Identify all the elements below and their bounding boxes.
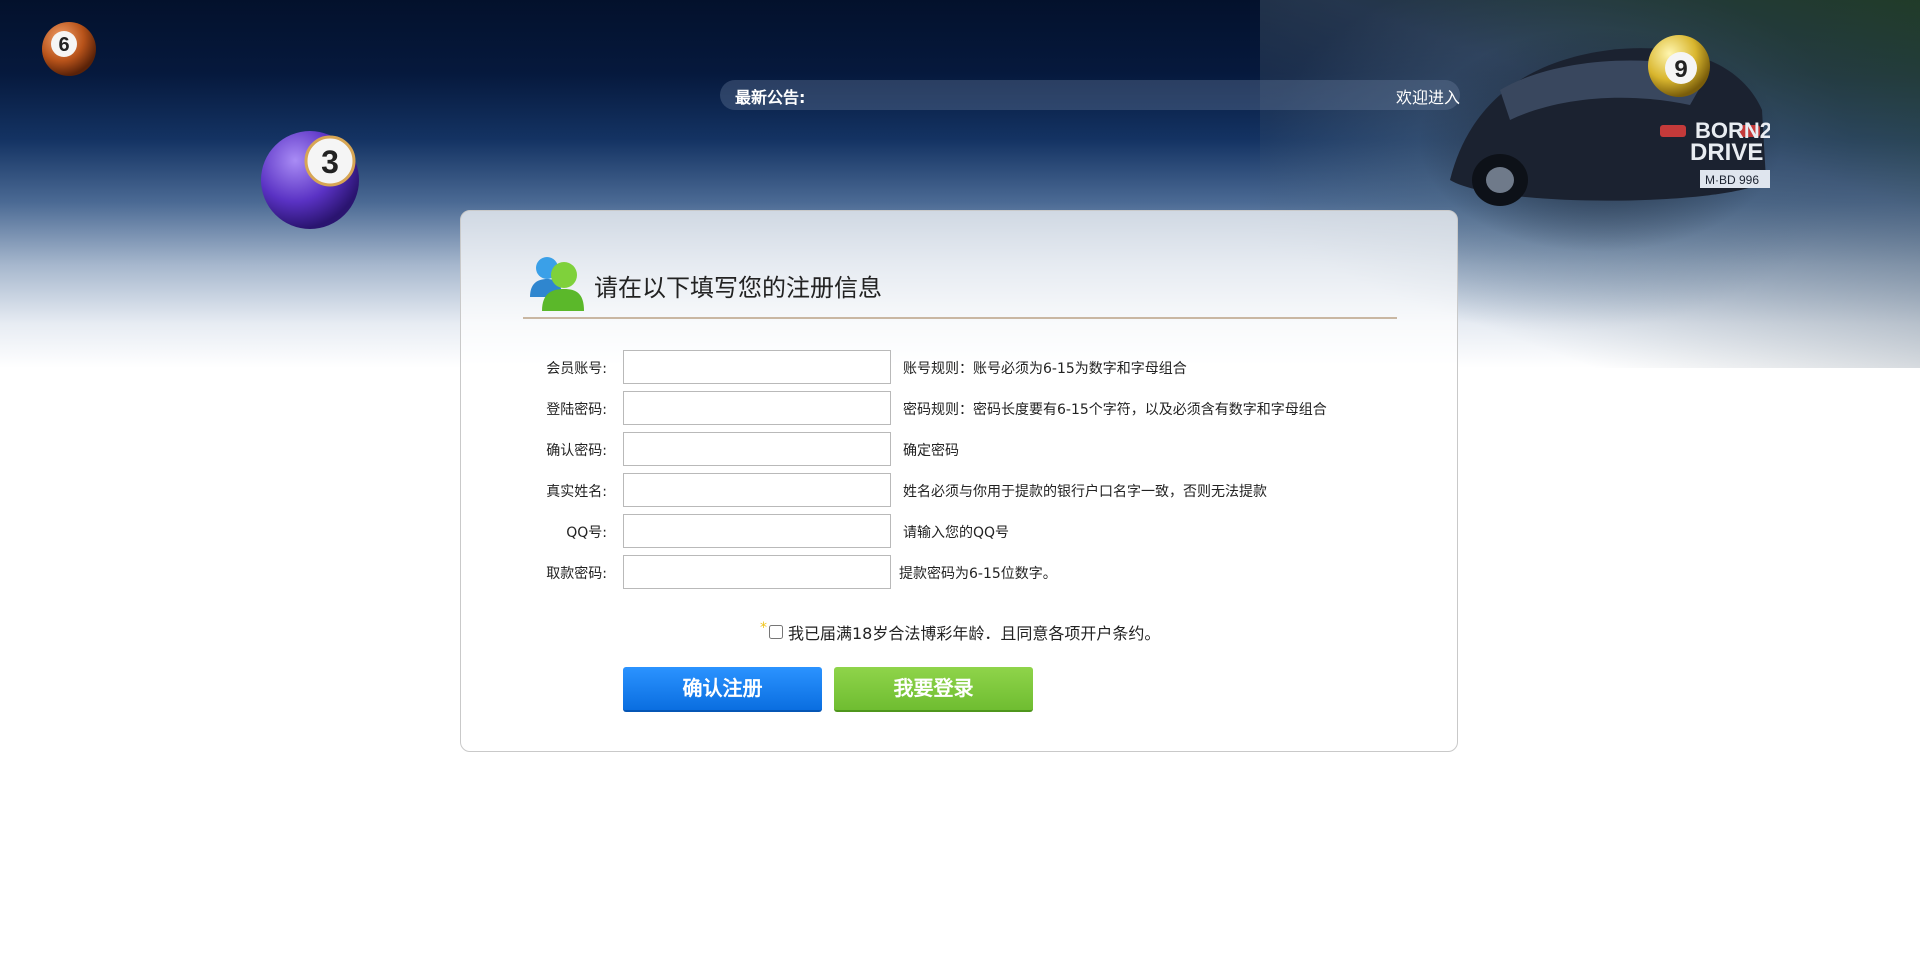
required-mark: * — [760, 620, 767, 636]
lottery-ball-3-icon: 3 — [261, 131, 359, 229]
car-badge-line2: DRIVE — [1690, 139, 1763, 166]
hint-account: 账号规则：账号必须为6-15为数字和字母组合 — [903, 361, 1187, 377]
label-real-name: 真实姓名: — [546, 484, 607, 500]
hint-real-name: 姓名必须与你用于提款的银行户口名字一致，否则无法提款 — [903, 484, 1267, 500]
label-confirm-password: 确认密码: — [546, 443, 607, 459]
lottery-ball-6-icon: 6 — [42, 22, 96, 76]
ball-3-number: 3 — [321, 144, 339, 180]
label-password: 登陆密码: — [546, 402, 607, 418]
car-plate: M·BD 996 — [1705, 173, 1759, 187]
label-withdraw-password: 取款密码: — [546, 566, 607, 582]
lottery-ball-9-icon: 9 — [1648, 35, 1710, 97]
hint-qq: 请输入您的QQ号 — [903, 525, 1010, 541]
race-car-image: BORN2 DRIVE M·BD 996 — [1450, 48, 1770, 206]
agreement-text: 我已届满18岁合法博彩年龄．且同意各项开户条约。 — [788, 624, 1161, 643]
agreement-row: * 我已届满18岁合法博彩年龄．且同意各项开户条约。 — [760, 620, 1160, 644]
register-button[interactable]: 确认注册 — [623, 667, 822, 712]
qq-input[interactable] — [623, 514, 891, 548]
notice-bar — [720, 80, 1460, 110]
password-input[interactable] — [623, 391, 891, 425]
real-name-input[interactable] — [623, 473, 891, 507]
welcome-text: 欢迎进入 — [1396, 88, 1461, 107]
ball-6-number: 6 — [58, 34, 69, 56]
label-account: 会员账号: — [546, 361, 607, 377]
title-divider — [523, 317, 1397, 319]
form-title: 请在以下填写您的注册信息 — [594, 274, 882, 302]
login-button[interactable]: 我要登录 — [834, 667, 1033, 712]
agreement-checkbox[interactable] — [769, 625, 783, 639]
hint-confirm-password: 确定密码 — [903, 443, 959, 459]
confirm-password-input[interactable] — [623, 432, 891, 466]
notice-label: 最新公告: — [735, 88, 806, 107]
account-input[interactable] — [623, 350, 891, 384]
hint-password: 密码规则：密码长度要有6-15个字符，以及必须含有数字和字母组合 — [903, 402, 1327, 418]
withdraw-password-input[interactable] — [623, 555, 891, 589]
label-qq: QQ号: — [566, 525, 607, 541]
hint-withdraw-password: 提款密码为6-15位数字。 — [899, 566, 1057, 582]
ball-9-number: 9 — [1674, 56, 1687, 83]
users-icon — [530, 257, 584, 311]
